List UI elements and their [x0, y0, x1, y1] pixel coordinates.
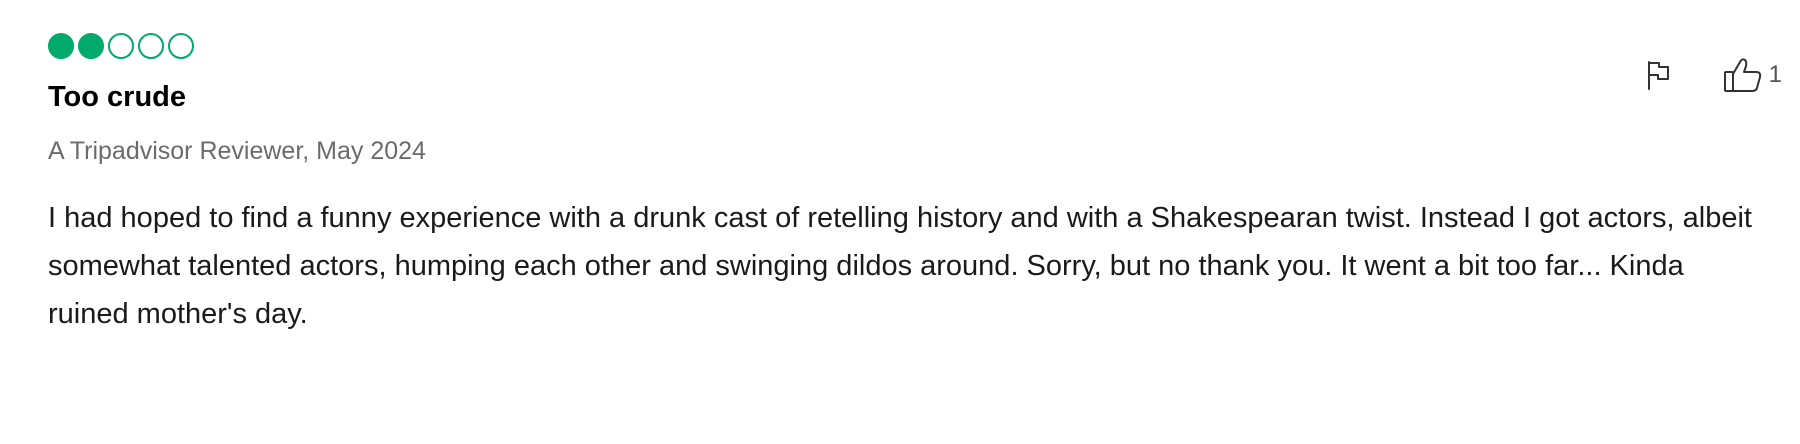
- helpful-vote-button[interactable]: 1: [1723, 56, 1782, 94]
- review-card: Too crude A Tripadvisor Reviewer, May 20…: [0, 0, 1800, 444]
- rating-bubble-icon: [78, 33, 104, 59]
- rating-bubble-icon: [108, 33, 134, 59]
- review-author-date: A Tripadvisor Reviewer, May 2024: [48, 137, 426, 165]
- review-text: I had hoped to find a funny experience w…: [48, 202, 1752, 330]
- review-actions: 1: [1645, 56, 1782, 94]
- rating-bubble-icon: [138, 33, 164, 59]
- report-button[interactable]: [1645, 59, 1671, 91]
- flag-icon: [1645, 59, 1671, 91]
- rating-bubble-icon: [168, 33, 194, 59]
- rating-bubble-icon: [48, 33, 74, 59]
- bubble-rating: [48, 30, 1752, 62]
- thumbs-up-icon: [1723, 56, 1763, 94]
- helpful-count: 1: [1768, 61, 1782, 88]
- review-title: Too crude: [48, 81, 187, 113]
